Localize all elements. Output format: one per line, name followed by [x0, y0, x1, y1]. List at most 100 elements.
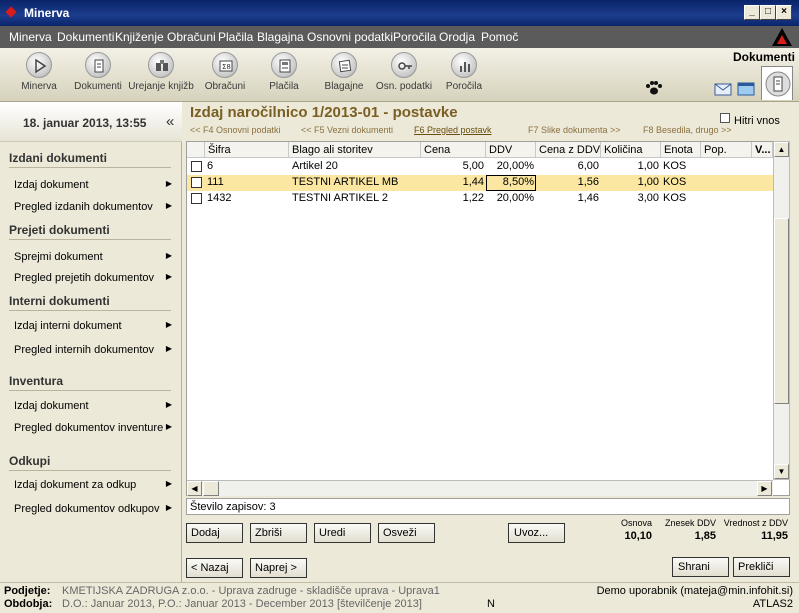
tab-pregled-postavk[interactable]: F6 Pregled postavk: [414, 125, 492, 135]
paw-icon[interactable]: [645, 80, 663, 96]
tab-slike-dokumenta[interactable]: F7 Slike dokumenta >>: [528, 125, 621, 135]
company-value: KMETIJSKA ZADRUGA z.o.o. - Uprava zadrug…: [62, 585, 440, 597]
quick-entry-checkbox[interactable]: [720, 113, 730, 123]
sidebar-item-pregled-odkupov[interactable]: Pregled dokumentov odkupov ▶: [14, 503, 172, 515]
menu-dokumenti[interactable]: Dokumenti: [57, 30, 114, 44]
import-button[interactable]: Uvoz...: [508, 523, 565, 543]
scroll-right-icon[interactable]: ▶: [757, 481, 772, 496]
sidebar-item-pregled-internih[interactable]: Pregled internih dokumentov ▶: [14, 344, 172, 356]
sidebar-item-izdaj-odkup[interactable]: Izdaj dokument za odkup ▶: [14, 479, 172, 491]
tab-besedila-drugo[interactable]: F8 Besedila, drugo >>: [643, 125, 732, 135]
record-count: Število zapisov: 3: [186, 498, 790, 515]
status-bar: Podjetje: KMETIJSKA ZADRUGA z.o.o. - Upr…: [0, 582, 799, 613]
cell-ddv-editing[interactable]: 8,50%: [486, 175, 536, 191]
mail-icon[interactable]: [714, 82, 732, 96]
next-button[interactable]: Naprej >: [250, 558, 307, 578]
refresh-button[interactable]: Osveži: [378, 523, 435, 543]
column-header-blago[interactable]: Blago ali storitev: [289, 142, 421, 158]
column-header-sifra[interactable]: Šifra: [205, 142, 289, 158]
period-label: Obdobja:: [4, 598, 53, 610]
chevron-right-icon: ▶: [165, 479, 172, 488]
close-button[interactable]: ×: [776, 5, 792, 20]
menu-bar: Minerva Dokumenti Knjiženje Obračuni Pla…: [0, 26, 799, 48]
scroll-up-icon[interactable]: ▲: [774, 142, 789, 157]
cancel-button[interactable]: Prekliči: [733, 557, 790, 577]
window-icon[interactable]: [737, 82, 755, 96]
row-checkbox[interactable]: [191, 161, 202, 172]
cell-sifra: 6: [207, 160, 214, 172]
toolbar-label: Blagajne: [324, 81, 364, 92]
chevron-right-icon: ▶: [165, 251, 172, 260]
calculator-icon: Σ8: [212, 52, 238, 78]
app-logo-icon: [5, 6, 17, 18]
column-header-ddv[interactable]: DDV: [486, 142, 536, 158]
toolbar-porocila-button[interactable]: Poročila: [429, 52, 499, 92]
edit-button[interactable]: Uredi: [314, 523, 371, 543]
save-button[interactable]: Shrani: [672, 557, 729, 577]
column-header-v[interactable]: V...: [752, 142, 773, 158]
scroll-down-icon[interactable]: ▼: [774, 464, 789, 479]
menu-minerva[interactable]: Minerva: [9, 30, 52, 44]
menu-placila[interactable]: Plačila: [218, 30, 253, 44]
active-module-tab[interactable]: Dokumenti: [719, 50, 795, 66]
horizontal-scrollbar[interactable]: ◀ ▶: [187, 480, 773, 496]
total-label-ddv: Znesek DDV: [664, 518, 716, 528]
toolbar-urejanje-button[interactable]: Urejanje knjižb: [126, 52, 196, 92]
column-header-enota[interactable]: Enota: [661, 142, 701, 158]
sidebar-item-pregled-prejetih[interactable]: Pregled prejetih dokumentov ▶: [14, 272, 172, 284]
toolbar: Minerva Dokumenti Urejanje knjižb Σ8 Obr…: [0, 48, 799, 102]
total-label-osnova: Osnova: [620, 518, 652, 528]
menu-osnovni-podatki[interactable]: Osnovni podatki: [307, 30, 393, 44]
chevron-right-icon: ▶: [165, 344, 172, 353]
minimize-button[interactable]: _: [744, 5, 760, 20]
sidebar-item-izdaj-dokument[interactable]: Izdaj dokument ▶: [14, 179, 172, 191]
back-button[interactable]: < Nazaj: [186, 558, 243, 578]
column-header-pop[interactable]: Pop.: [701, 142, 752, 158]
menu-pomoc[interactable]: Pomoč: [481, 30, 518, 44]
sidebar-item-izdaj-interni[interactable]: Izdaj interni dokument ▶: [14, 320, 172, 332]
menu-knjizenje[interactable]: Knjiženje: [115, 30, 164, 44]
scroll-left-icon[interactable]: ◀: [187, 481, 202, 496]
column-header-kolicina[interactable]: Količina: [601, 142, 661, 158]
row-checkbox[interactable]: [191, 193, 202, 204]
table-row-selected[interactable]: 111 TESTNI ARTIKEL MB 1,44 8,50% 1,56 1,…: [187, 175, 773, 191]
menu-orodja[interactable]: Orodja: [439, 30, 475, 44]
group-prejeti-title: Prejeti dokumenti: [9, 223, 110, 237]
add-button[interactable]: Dodaj: [186, 523, 243, 543]
menu-blagajna[interactable]: Blagajna: [257, 30, 304, 44]
chevron-right-icon: ▶: [165, 400, 172, 409]
sidebar-item-label: Sprejmi dokument: [14, 251, 103, 263]
sidebar-item-pregled-izdanih[interactable]: Pregled izdanih dokumentov ▶: [14, 201, 172, 213]
collapse-sidebar-button[interactable]: «: [166, 113, 174, 130]
table-row[interactable]: 1432 TESTNI ARTIKEL 2 1,22 20,00% 1,46 3…: [187, 191, 773, 207]
cell-blago: Artikel 20: [292, 160, 338, 172]
sidebar-item-label: Izdaj dokument za odkup: [14, 479, 137, 491]
delete-button[interactable]: Zbriši: [250, 523, 307, 543]
table-row[interactable]: 6 Artikel 20 5,00 20,00% 6,00 1,00 KOS: [187, 159, 773, 175]
sidebar-item-pregled-inventure[interactable]: Pregled dokumentov inventure ▶: [14, 422, 172, 434]
document-icon: [85, 52, 111, 78]
column-header-cena-z-ddv[interactable]: Cena z DDV: [536, 142, 601, 158]
sidebar-item-sprejmi-dokument[interactable]: Sprejmi dokument ▶: [14, 251, 172, 263]
total-value-vrednost: 11,95: [761, 530, 788, 542]
menu-obracuni[interactable]: Obračuni: [167, 30, 216, 44]
tab-osnovni-podatki[interactable]: << F4 Osnovni podatki: [190, 125, 281, 135]
group-interni-title: Interni dokumenti: [9, 294, 110, 308]
toolbar-dokumenti-button[interactable]: Dokumenti: [63, 52, 133, 92]
cell-enota: KOS: [663, 192, 687, 204]
maximize-button[interactable]: □: [760, 5, 776, 20]
column-header-cena[interactable]: Cena: [421, 142, 486, 158]
scroll-thumb[interactable]: [774, 218, 789, 404]
chevron-right-icon: ▶: [165, 422, 172, 431]
vertical-scrollbar[interactable]: ▲ ▼: [773, 141, 790, 480]
divider: [9, 470, 171, 471]
menu-porocila[interactable]: Poročila: [393, 30, 436, 44]
hscroll-thumb[interactable]: [203, 481, 219, 496]
row-checkbox[interactable]: [191, 177, 202, 188]
dokumenti-tab-icon[interactable]: [761, 66, 793, 100]
total-value-osnova: 10,10: [624, 530, 652, 542]
cell-blago: TESTNI ARTIKEL MB: [292, 176, 399, 188]
cell-ddv: 20,00%: [496, 160, 534, 172]
sidebar-item-izdaj-dokument-inventura[interactable]: Izdaj dokument ▶: [14, 400, 172, 412]
tab-vezni-dokumenti[interactable]: << F5 Vezni dokumenti: [301, 125, 393, 135]
